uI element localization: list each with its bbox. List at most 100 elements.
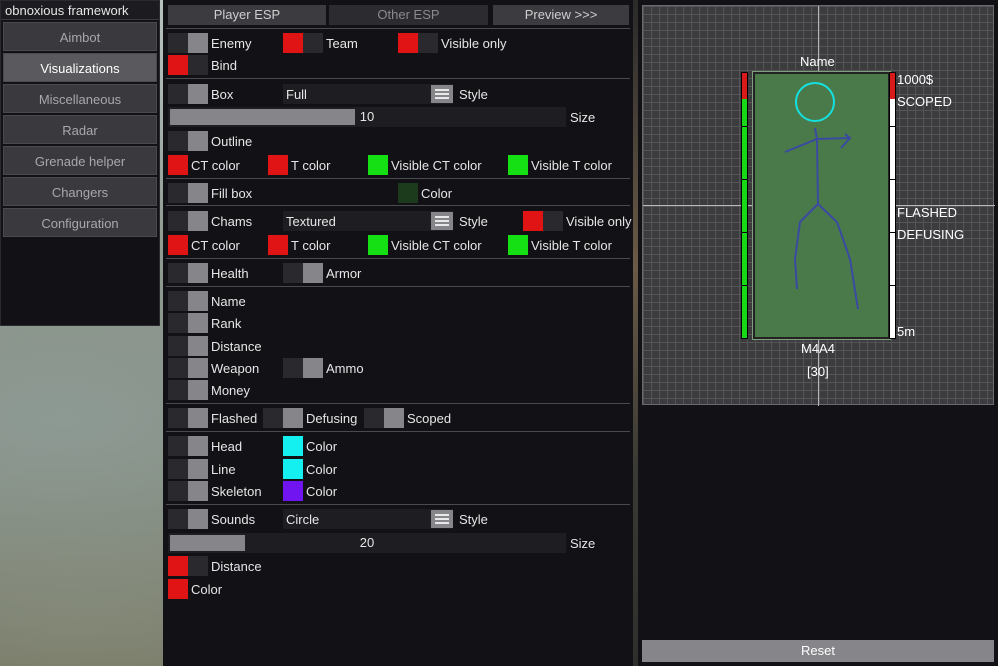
rank-label: Rank — [211, 315, 242, 331]
preview-ammo: [30] — [807, 364, 829, 379]
t-color-picker[interactable]: T color — [268, 155, 331, 175]
line-checkbox[interactable]: Line — [168, 459, 236, 479]
menu-item-visualizations[interactable]: Visualizations — [3, 53, 157, 82]
name-checkbox[interactable]: Name — [168, 291, 246, 311]
head-label: Head — [211, 438, 243, 454]
divider — [166, 78, 630, 79]
menu-item-changers[interactable]: Changers — [3, 177, 157, 206]
box-style-dropdown[interactable]: Full — [283, 84, 453, 104]
preview-name: Name — [800, 54, 835, 69]
enemy-checkbox[interactable]: Enemy — [168, 33, 251, 53]
divider — [166, 205, 630, 206]
menu-item-aimbot[interactable]: Aimbot — [3, 22, 157, 51]
player-box — [752, 71, 891, 340]
preview-panel: Name 1000$ SCOPED FLASHED DEFUSING 5m M4… — [638, 0, 998, 666]
menu-item-configuration[interactable]: Configuration — [3, 208, 157, 237]
team-label: Team — [326, 35, 358, 51]
chams-label: Chams — [211, 213, 253, 229]
ct-color-picker[interactable]: CT color — [168, 155, 240, 175]
health-label: Health — [211, 265, 249, 281]
color-swatch — [283, 459, 303, 479]
sounds-style-dropdown[interactable]: Circle — [283, 509, 453, 529]
chams-checkbox[interactable]: Chams — [168, 211, 252, 231]
sounds-size-value: 20 — [359, 535, 375, 550]
box-checkbox[interactable]: Box — [168, 84, 233, 104]
visible-ct-color-picker[interactable]: Visible CT color — [368, 155, 482, 175]
sounds-checkbox[interactable]: Sounds — [168, 509, 255, 529]
scoped-label: Scoped — [407, 410, 452, 426]
health-checkbox[interactable]: Health — [168, 263, 249, 283]
money-checkbox[interactable]: Money — [168, 380, 250, 400]
line-color-label: Color — [306, 461, 338, 477]
rank-checkbox[interactable]: Rank — [168, 313, 241, 333]
bind-checkbox[interactable]: Bind — [168, 55, 237, 75]
sounds-size-label: Size — [570, 536, 596, 551]
color-swatch — [168, 579, 188, 599]
tab-other-esp[interactable]: Other ESP — [329, 5, 488, 25]
color-swatch — [283, 481, 303, 501]
chams-visible-only-label: Visible only — [566, 213, 632, 229]
chams-visible-t-color-picker[interactable]: Visible T color — [508, 235, 612, 255]
menu-lines-icon — [431, 85, 453, 103]
line-label: Line — [211, 461, 236, 477]
armor-label: Armor — [326, 265, 362, 281]
preview-distance: 5m — [897, 324, 916, 339]
visible-t-color-picker[interactable]: Visible T color — [508, 155, 612, 175]
ammo-label: Ammo — [326, 360, 364, 376]
color-swatch — [168, 235, 188, 255]
tab-preview[interactable]: Preview >>> — [493, 5, 629, 25]
distance-checkbox[interactable]: Distance — [168, 336, 262, 356]
fill-box-checkbox[interactable]: Fill box — [168, 183, 252, 203]
skeleton-color-picker[interactable]: Color — [283, 481, 337, 501]
sounds-color-picker[interactable]: Color — [168, 579, 222, 599]
head-color-picker[interactable]: Color — [283, 436, 337, 456]
name-label: Name — [211, 293, 246, 309]
menu-lines-icon — [431, 510, 453, 528]
chams-ct-color-picker[interactable]: CT color — [168, 235, 240, 255]
menu-item-miscellaneous[interactable]: Miscellaneous — [3, 84, 157, 113]
team-checkbox[interactable]: Team — [283, 33, 358, 53]
line-color-picker[interactable]: Color — [283, 459, 337, 479]
chams-visible-only-checkbox[interactable]: Visible only — [523, 211, 632, 231]
fill-color-picker[interactable]: Color — [398, 183, 452, 203]
divider — [166, 28, 630, 29]
defusing-checkbox[interactable]: Defusing — [263, 408, 357, 428]
distance-label: Distance — [211, 338, 262, 354]
main-menu: obnoxious framework Aimbot Visualization… — [0, 0, 160, 326]
armor-checkbox[interactable]: Armor — [283, 263, 361, 283]
color-swatch — [508, 235, 528, 255]
health-bar — [741, 72, 748, 339]
chams-style-value: Textured — [286, 213, 336, 229]
sounds-distance-checkbox[interactable]: Distance — [168, 556, 262, 576]
ct-color-label: CT color — [191, 157, 240, 173]
divider — [166, 504, 630, 505]
menu-item-radar[interactable]: Radar — [3, 115, 157, 144]
scoped-checkbox[interactable]: Scoped — [364, 408, 451, 428]
reset-button[interactable]: Reset — [642, 640, 994, 662]
player-skeleton — [784, 82, 859, 310]
color-swatch — [268, 235, 288, 255]
preview-flashed: FLASHED — [897, 205, 957, 220]
ammo-checkbox[interactable]: Ammo — [283, 358, 364, 378]
tab-bar: Player ESP Other ESP Preview >>> — [168, 5, 630, 25]
box-size-slider[interactable]: 10 — [168, 107, 566, 127]
tab-player-esp[interactable]: Player ESP — [168, 5, 326, 25]
head-checkbox[interactable]: Head — [168, 436, 242, 456]
fill-box-label: Fill box — [211, 185, 253, 201]
sounds-size-slider[interactable]: 20 — [168, 533, 566, 553]
skeleton-color-label: Color — [306, 483, 338, 499]
chams-t-color-picker[interactable]: T color — [268, 235, 331, 255]
defusing-label: Defusing — [306, 410, 358, 426]
sounds-color-label: Color — [191, 581, 223, 597]
skeleton-checkbox[interactable]: Skeleton — [168, 481, 262, 501]
settings-panel: Player ESP Other ESP Preview >>> Enemy T… — [163, 0, 633, 666]
divider — [166, 431, 630, 432]
chams-visible-ct-color-picker[interactable]: Visible CT color — [368, 235, 482, 255]
chams-style-dropdown[interactable]: Textured — [283, 211, 453, 231]
outline-checkbox[interactable]: Outline — [168, 131, 252, 151]
divider — [166, 286, 630, 287]
visible-only-checkbox[interactable]: Visible only — [398, 33, 507, 53]
menu-item-grenade-helper[interactable]: Grenade helper — [3, 146, 157, 175]
weapon-checkbox[interactable]: Weapon — [168, 358, 259, 378]
flashed-checkbox[interactable]: Flashed — [168, 408, 257, 428]
